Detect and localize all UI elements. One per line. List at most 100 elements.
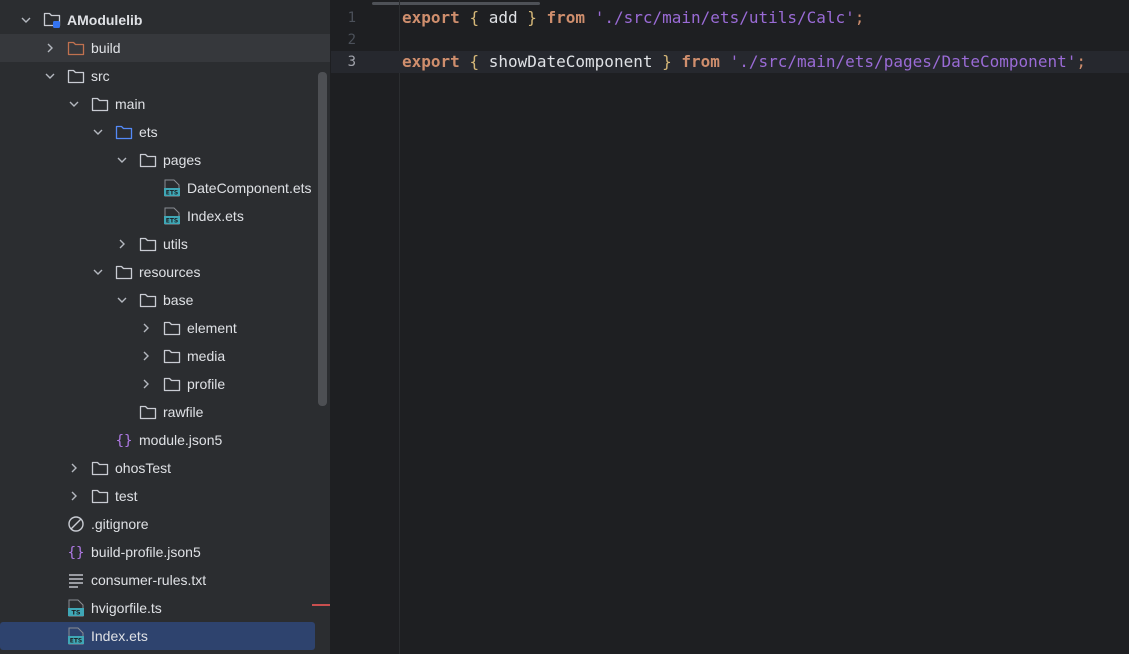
tree-item-label: module.json5 xyxy=(139,432,223,448)
chevron-right-icon[interactable] xyxy=(140,350,152,362)
svg-text:ETS: ETS xyxy=(70,638,83,645)
tree-item[interactable]: ETS Index.ets xyxy=(0,202,315,230)
chevron-right-icon[interactable] xyxy=(68,462,80,474)
ets-file-icon: ETS xyxy=(163,207,181,225)
tree-item-label: main xyxy=(115,96,146,112)
tree-item[interactable]: ETS DateComponent.ets xyxy=(0,174,315,202)
chevron-right-icon[interactable] xyxy=(44,42,56,54)
tree-item-label: test xyxy=(115,488,138,504)
folder-icon xyxy=(163,375,181,393)
tree-item[interactable]: pages xyxy=(0,146,315,174)
tree-item-label: Index.ets xyxy=(91,628,148,644)
code-token: add xyxy=(479,8,528,27)
chevron-down-icon[interactable] xyxy=(92,266,104,278)
tree-item-label: rawfile xyxy=(163,404,204,420)
code-token: showDateComponent xyxy=(479,52,663,71)
tree-item[interactable]: utils xyxy=(0,230,315,258)
svg-text:ETS: ETS xyxy=(166,218,179,225)
folder-icon xyxy=(115,263,133,281)
tree-item[interactable]: .gitignore xyxy=(0,510,315,538)
ets-file-icon: ETS xyxy=(163,179,181,197)
chevron-down-icon[interactable] xyxy=(116,294,128,306)
build-folder-icon xyxy=(67,39,85,57)
ets-file-icon: ETS xyxy=(67,627,85,645)
svg-text:TS: TS xyxy=(71,609,80,617)
tree-item[interactable]: test xyxy=(0,482,315,510)
tree-item[interactable]: resources xyxy=(0,258,315,286)
chevron-down-icon[interactable] xyxy=(68,98,80,110)
code-token: } xyxy=(662,52,672,71)
tree-item[interactable]: {} module.json5 xyxy=(0,426,315,454)
folder-icon xyxy=(139,235,157,253)
tree-item-label: profile xyxy=(187,376,226,392)
code-token: { xyxy=(469,8,480,27)
tree-item[interactable]: {} build-profile.json5 xyxy=(0,538,315,566)
source-folder-icon xyxy=(115,123,133,141)
folder-icon xyxy=(139,291,157,309)
folder-icon xyxy=(67,67,85,85)
tree-item[interactable]: main xyxy=(0,90,315,118)
tree-item-label: ets xyxy=(139,124,158,140)
folder-icon xyxy=(163,347,181,365)
tree-item-label: DateComponent.ets xyxy=(187,180,312,196)
tree-item[interactable]: AModulelib xyxy=(0,6,315,34)
tree-item-label: build xyxy=(91,40,121,56)
code-line[interactable]: 2 xyxy=(331,29,1129,51)
chevron-right-icon[interactable] xyxy=(116,238,128,250)
json-file-icon: {} xyxy=(67,543,85,561)
line-number: 2 xyxy=(347,32,356,48)
json-file-icon: {} xyxy=(115,431,133,449)
chevron-right-icon[interactable] xyxy=(68,490,80,502)
line-number: 3 xyxy=(347,54,356,70)
tree-item[interactable]: profile xyxy=(0,370,315,398)
tree-item[interactable]: consumer-rules.txt xyxy=(0,566,315,594)
tree-item-label: consumer-rules.txt xyxy=(91,572,207,588)
tree-item[interactable]: ohosTest xyxy=(0,454,315,482)
chevron-right-icon[interactable] xyxy=(140,378,152,390)
chevron-down-icon[interactable] xyxy=(116,154,128,166)
tree-item-label: AModulelib xyxy=(67,12,143,28)
module-folder-icon xyxy=(43,11,61,29)
ignore-file-icon xyxy=(67,515,85,533)
tree-item[interactable]: rawfile xyxy=(0,398,315,426)
tree-item[interactable]: build xyxy=(0,34,330,62)
tree-item-label: resources xyxy=(139,264,201,280)
folder-icon xyxy=(91,487,109,505)
svg-text:{}: {} xyxy=(68,545,85,561)
tree-item[interactable]: ETS Index.ets xyxy=(0,622,315,650)
tree-item-label: media xyxy=(187,348,226,364)
code-token: './src/main/ets/utils/Calc' xyxy=(594,8,855,27)
chevron-down-icon[interactable] xyxy=(20,14,32,26)
tree-item[interactable]: TS hvigorfile.ts xyxy=(0,594,315,622)
folder-icon xyxy=(139,151,157,169)
code-token: from xyxy=(546,8,586,27)
chevron-right-icon[interactable] xyxy=(140,322,152,334)
code-line[interactable]: 1 export { add } from './src/main/ets/uti… xyxy=(331,7,1129,29)
tree-item[interactable]: media xyxy=(0,342,315,370)
line-number: 1 xyxy=(347,10,356,26)
tree-item[interactable]: src xyxy=(0,62,315,90)
tree-item[interactable]: element xyxy=(0,314,315,342)
code-line[interactable]: 3 export { showDateComponent } from './sr… xyxy=(331,51,1129,73)
chevron-down-icon[interactable] xyxy=(92,126,104,138)
code-token: export xyxy=(402,8,460,27)
tree-scrollbar[interactable] xyxy=(318,72,327,406)
folder-icon xyxy=(163,319,181,337)
code-editor[interactable]: 1 export { add } from './src/main/ets/uti… xyxy=(331,0,1129,654)
tree-item-label: .gitignore xyxy=(91,516,149,532)
code-token: { xyxy=(469,52,480,71)
svg-text:{}: {} xyxy=(116,433,133,449)
chevron-down-icon[interactable] xyxy=(44,70,56,82)
tree-item[interactable]: ets xyxy=(0,118,315,146)
code-token: from xyxy=(681,52,720,71)
code-token: ; xyxy=(1076,52,1086,71)
text-file-icon xyxy=(67,571,85,589)
tree-item[interactable]: base xyxy=(0,286,315,314)
folder-icon xyxy=(139,403,157,421)
